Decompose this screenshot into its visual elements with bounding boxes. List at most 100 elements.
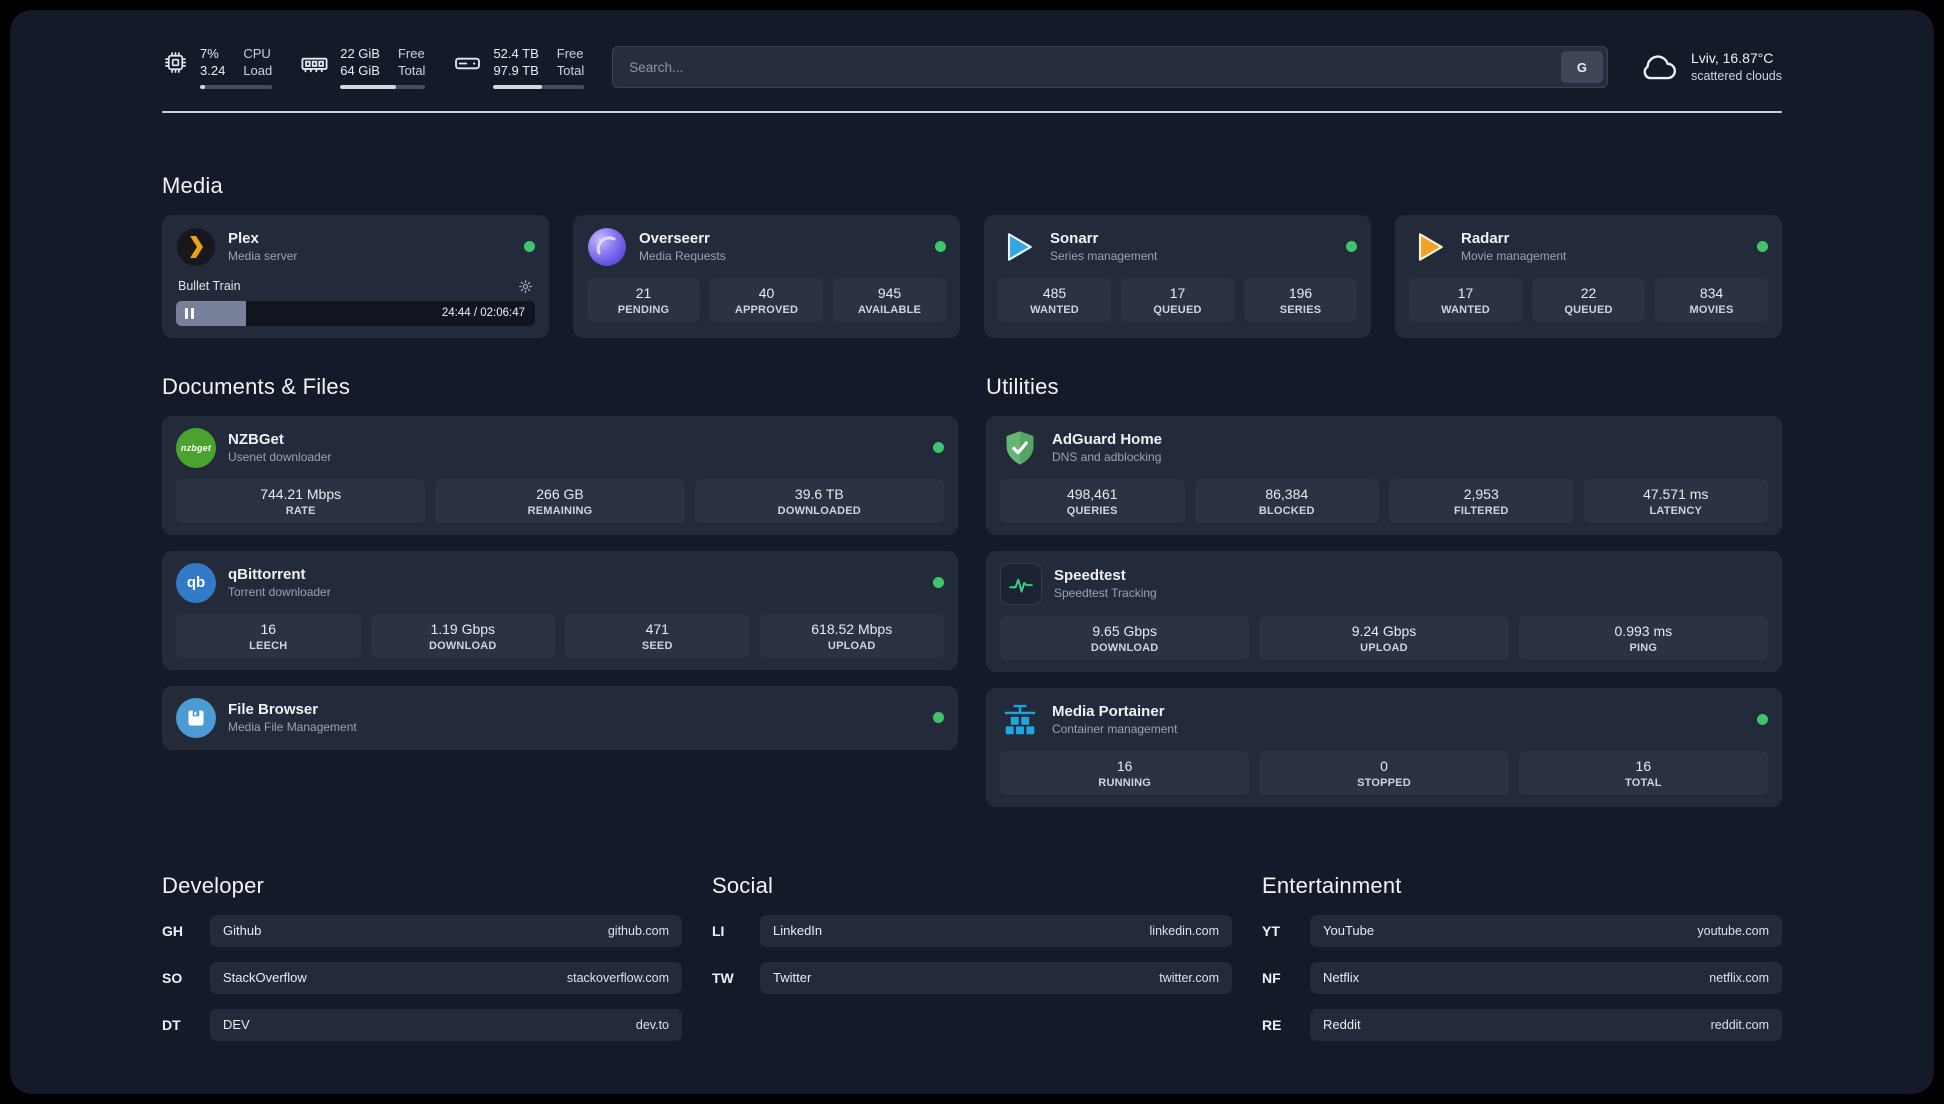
- stat-value: 485: [1042, 284, 1067, 301]
- weather-widget[interactable]: Lviv, 16.87°C scattered clouds: [1640, 48, 1782, 86]
- cpu-usage-bar: [200, 84, 273, 89]
- stat-label: LEECH: [249, 639, 288, 652]
- section-title-utilities: Utilities: [986, 373, 1059, 399]
- section-title-developer: Developer: [162, 872, 265, 898]
- stat-value: 266 GB: [536, 485, 584, 502]
- stat-value: 21: [635, 284, 652, 301]
- bookmark-link-github[interactable]: Github github.com: [210, 914, 682, 947]
- sonarr-card[interactable]: Sonarr Series management 485 WANTED 17 Q…: [984, 214, 1371, 338]
- status-dot: [935, 241, 946, 252]
- ram-free-label: Free: [397, 46, 425, 61]
- adguard-icon: [1000, 428, 1040, 468]
- disk-usage-bar: [493, 84, 585, 89]
- stat-label: STOPPED: [1357, 776, 1411, 789]
- stat-tile: 16 TOTAL: [1518, 750, 1768, 795]
- app-desc: Series management: [1050, 249, 1158, 263]
- pause-icon: [185, 307, 194, 319]
- stat-value: 2,953: [1463, 485, 1499, 502]
- stat-value: 22: [1580, 284, 1597, 301]
- stat-value: 39.6 TB: [794, 485, 844, 502]
- bookmark-link-reddit[interactable]: Reddit reddit.com: [1310, 1008, 1782, 1041]
- stat-label: WANTED: [1030, 303, 1079, 316]
- radarr-icon: [1409, 227, 1449, 267]
- disk-icon: [453, 49, 482, 78]
- app-name: qBittorrent: [228, 566, 306, 583]
- sonarr-icon: [998, 227, 1038, 267]
- search-engine-button[interactable]: G: [1560, 51, 1603, 84]
- stat-tile: 834 MOVIES: [1655, 277, 1768, 322]
- qbittorrent-card[interactable]: qb qBittorrent Torrent downloader 16 LEE…: [162, 550, 958, 670]
- speedtest-card[interactable]: Speedtest Speedtest Tracking 9.65 Gbps D…: [986, 550, 1782, 672]
- stat-tile: 39.6 TB DOWNLOADED: [694, 478, 944, 523]
- section-title-social: Social: [712, 872, 774, 898]
- cpu-load-value: 3.24: [200, 63, 226, 79]
- stat-value: 16: [1116, 757, 1133, 774]
- status-dot: [933, 577, 944, 588]
- bookmark-link-linkedin[interactable]: LinkedIn linkedin.com: [760, 914, 1232, 947]
- stat-value: 744.21 Mbps: [260, 485, 342, 502]
- app-desc: Container management: [1052, 722, 1178, 736]
- section-title-entertainment: Entertainment: [1262, 872, 1402, 898]
- bookmark-abbr: YT: [1262, 922, 1280, 939]
- bookmark-link-stackoverflow[interactable]: StackOverflow stackoverflow.com: [210, 961, 682, 994]
- bookmark-link-netflix[interactable]: Netflix netflix.com: [1310, 961, 1782, 994]
- bookmark-group-entertainment: Entertainment YT YouTube youtube.com NF …: [1262, 873, 1782, 1041]
- portainer-icon: [1000, 700, 1040, 740]
- app-name: Radarr: [1461, 230, 1510, 247]
- stat-value: 47.571 ms: [1643, 485, 1709, 502]
- gear-icon[interactable]: [518, 279, 533, 294]
- stat-value: 498,461: [1066, 485, 1118, 502]
- stat-tile: 17 QUEUED: [1121, 277, 1234, 322]
- nzbget-card[interactable]: nzbget NZBGet Usenet downloader 744.21 M…: [162, 415, 958, 535]
- app-name: Media Portainer: [1052, 703, 1165, 720]
- filebrowser-card[interactable]: File Browser Media File Management: [162, 685, 958, 750]
- section-media: Media Plex Media server Bullet Train 24:…: [162, 173, 1782, 338]
- bookmark-group-developer: Developer GH Github github.com SO StackO…: [162, 873, 682, 1041]
- ram-total-label: Total: [397, 63, 426, 79]
- stat-tile: 17 WANTED: [1409, 277, 1522, 322]
- nzbget-icon: nzbget: [176, 427, 216, 468]
- bookmark-link-dev[interactable]: DEV dev.to: [210, 1008, 682, 1041]
- plex-card[interactable]: Plex Media server Bullet Train 24:44 / 0…: [162, 214, 549, 338]
- bookmark-abbr: SO: [162, 969, 183, 986]
- cpu-label: CPU: [243, 46, 271, 61]
- stat-label: FILTERED: [1453, 504, 1509, 517]
- stat-tile: 0 STOPPED: [1259, 750, 1509, 795]
- bookmark-link-youtube[interactable]: YouTube youtube.com: [1310, 914, 1782, 947]
- stat-value: 40: [758, 284, 775, 301]
- status-dot: [933, 712, 944, 723]
- stat-value: 86,384: [1265, 485, 1309, 502]
- filebrowser-icon: [176, 697, 216, 738]
- adguard-card[interactable]: AdGuard Home DNS and adblocking 498,461 …: [986, 415, 1782, 535]
- section-title-documents: Documents & Files: [162, 373, 351, 399]
- app-desc: Speedtest Tracking: [1054, 586, 1157, 600]
- stat-label: DOWNLOAD: [1090, 641, 1159, 654]
- stat-tile: 47.571 ms LATENCY: [1583, 478, 1768, 523]
- stat-label: AVAILABLE: [857, 303, 922, 316]
- stat-label: PING: [1629, 641, 1658, 654]
- stat-label: LATENCY: [1649, 504, 1703, 517]
- search-input[interactable]: [627, 58, 1561, 76]
- app-desc: Usenet downloader: [228, 450, 332, 464]
- bookmark-group-social: Social LI LinkedIn linkedin.com TW Twitt…: [712, 873, 1232, 1041]
- stat-tile: 86,384 BLOCKED: [1194, 478, 1379, 523]
- bookmark-link-twitter[interactable]: Twitter twitter.com: [760, 961, 1232, 994]
- status-dot: [1757, 241, 1768, 252]
- stat-label: RUNNING: [1098, 776, 1152, 789]
- app-desc: Torrent downloader: [228, 585, 331, 599]
- cpu-widget: 7% 3.24 CPU Load: [162, 46, 273, 89]
- weather-condition: scattered clouds: [1690, 69, 1782, 84]
- header-divider: [162, 110, 1782, 113]
- portainer-card[interactable]: Media Portainer Container management 16 …: [986, 687, 1782, 807]
- search-bar: G: [612, 46, 1608, 89]
- overseerr-card[interactable]: Overseerr Media Requests 21 PENDING 40 A…: [573, 214, 960, 338]
- bookmark-row: NF Netflix netflix.com: [1262, 961, 1782, 994]
- now-playing-title: Bullet Train: [178, 279, 241, 293]
- stat-tile: 945 AVAILABLE: [833, 277, 946, 322]
- stat-value: 17: [1457, 284, 1474, 301]
- bookmark-abbr: NF: [1262, 969, 1281, 986]
- radarr-card[interactable]: Radarr Movie management 17 WANTED 22 QUE…: [1395, 214, 1782, 338]
- stat-value: 0.993 ms: [1614, 622, 1673, 639]
- stat-label: WANTED: [1441, 303, 1490, 316]
- cpu-chip-icon: [162, 49, 189, 76]
